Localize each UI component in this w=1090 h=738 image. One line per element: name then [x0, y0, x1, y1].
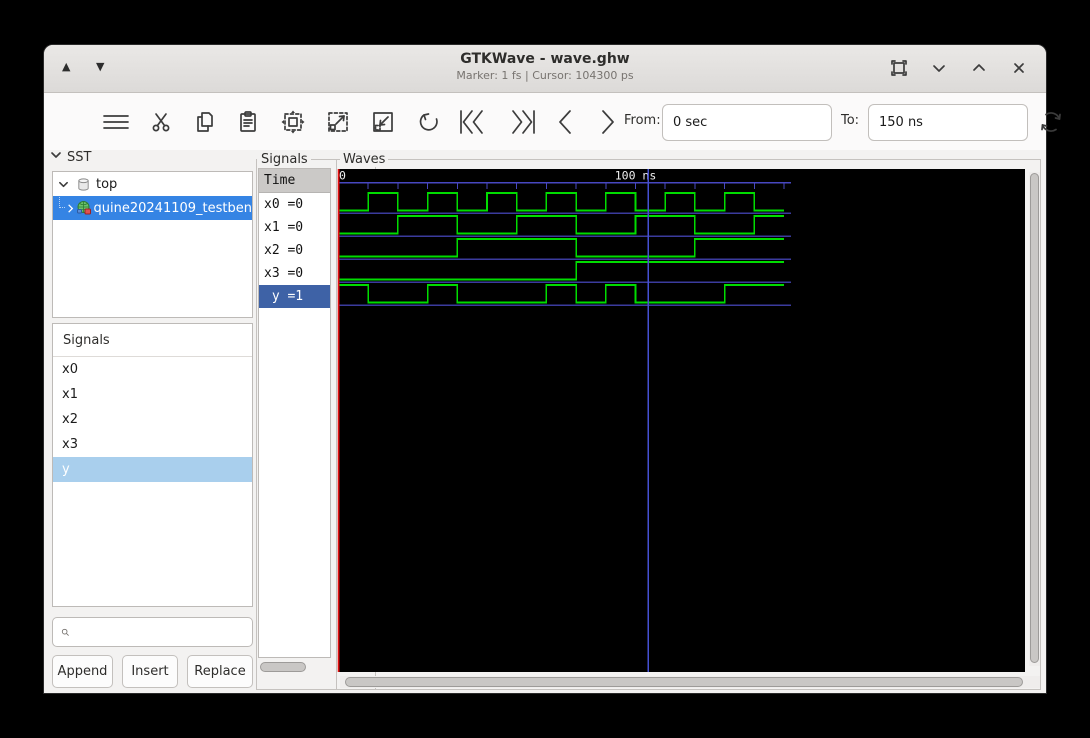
wave-canvas[interactable]: 0 100 ns — [337, 169, 1025, 672]
trace-x3 — [338, 261, 784, 281]
search-input[interactable] — [76, 624, 252, 640]
signals-name-column[interactable]: Time x0 =0 x1 =0 x2 =0 x3 =0 y =1 — [258, 168, 331, 658]
tree-item-label: top — [96, 176, 118, 192]
trace-x1 — [338, 215, 784, 235]
cut-icon — [152, 113, 170, 132]
undo-icon — [419, 113, 438, 131]
cut-button[interactable] — [143, 104, 179, 140]
list-item[interactable]: x3 — [53, 432, 252, 457]
menu-icon — [103, 115, 129, 129]
step-left-button[interactable] — [547, 104, 583, 140]
list-item[interactable]: x0 — [53, 357, 252, 382]
chevron-right-icon — [602, 110, 614, 134]
maximize-button[interactable] — [966, 55, 992, 81]
waves-vscrollbar-thumb[interactable] — [1030, 173, 1039, 663]
sst-frame-label: SST — [64, 150, 95, 165]
waves-vscrollbar-track[interactable] — [1029, 172, 1040, 666]
from-label: From: — [624, 113, 661, 128]
time-header[interactable]: Time — [259, 169, 330, 193]
signal-value-row[interactable]: x0 =0 — [259, 193, 330, 216]
search-box[interactable] — [52, 617, 253, 647]
chevron-left-icon — [559, 110, 571, 134]
list-item[interactable]: x1 — [53, 382, 252, 407]
go-to-end-icon — [512, 110, 535, 134]
minimize-button[interactable] — [926, 55, 952, 81]
undo-button[interactable] — [411, 104, 447, 140]
svg-text:0: 0 — [339, 169, 346, 183]
database-icon — [73, 177, 93, 192]
zoom-out-button[interactable] — [365, 104, 401, 140]
chevron-up-icon — [973, 64, 985, 71]
paste-button[interactable] — [230, 104, 266, 140]
tree-item-top[interactable]: top — [53, 172, 252, 196]
toolbar: From: To: — [44, 93, 1061, 150]
signal-value-row[interactable]: x3 =0 — [259, 262, 330, 285]
zoom-fit-icon — [281, 110, 305, 134]
step-right-button[interactable] — [590, 104, 626, 140]
svg-text:100 ns: 100 ns — [615, 169, 657, 183]
close-button[interactable] — [1006, 55, 1032, 81]
waves-frame-label: Waves — [340, 152, 389, 167]
fullscreen-icon — [891, 60, 907, 76]
signal-value-row[interactable]: x2 =0 — [259, 239, 330, 262]
paste-icon — [240, 111, 256, 132]
signal-value-row[interactable]: y =1 — [259, 285, 330, 308]
copy-icon — [197, 112, 213, 132]
expander-closed-icon[interactable] — [65, 203, 76, 214]
from-input[interactable] — [662, 104, 832, 141]
to-label: To: — [841, 113, 860, 128]
close-icon — [1014, 63, 1024, 73]
go-to-end-button[interactable] — [505, 104, 541, 140]
search-icon — [61, 628, 69, 636]
insert-button[interactable]: Insert — [122, 655, 178, 688]
gtkwave-window: ▲ ▼ GTKWave - wave.ghw Marker: 1 fs | Cu… — [44, 45, 1061, 693]
list-item[interactable]: x2 — [53, 407, 252, 432]
sst-expander-icon[interactable] — [50, 149, 62, 161]
signal-list-header: Signals — [53, 324, 252, 357]
signal-list[interactable]: x0 x1 x2 x3 y — [53, 357, 252, 482]
trace-x0 — [338, 192, 784, 212]
chevron-down-icon — [933, 65, 945, 72]
signals-hscrollbar[interactable] — [260, 662, 306, 672]
titlebar[interactable]: ▲ ▼ GTKWave - wave.ghw Marker: 1 fs | Cu… — [44, 45, 1046, 93]
signals-frame-label: Signals — [258, 152, 311, 167]
zoom-in-icon — [328, 112, 348, 132]
signal-value-row[interactable]: x1 =0 — [259, 216, 330, 239]
module-icon — [76, 200, 92, 216]
signal-list-box: Signals x0 x1 x2 x3 y — [52, 323, 253, 607]
waveform-plot[interactable]: 0 100 ns — [337, 169, 1025, 672]
to-input[interactable] — [868, 104, 1028, 141]
list-item[interactable]: y — [53, 457, 252, 482]
zoom-fit-button[interactable] — [275, 104, 311, 140]
menu-button[interactable] — [98, 104, 134, 140]
tree-item-testbench[interactable]: quine20241109_testben — [53, 196, 252, 220]
go-to-start-button[interactable] — [454, 104, 490, 140]
reload-button[interactable] — [1033, 104, 1069, 140]
zoom-in-button[interactable] — [320, 104, 356, 140]
waves-hscrollbar-thumb[interactable] — [345, 677, 1023, 687]
waves-hscrollbar-track[interactable] — [340, 676, 1040, 688]
trace-y — [338, 284, 784, 304]
tree-item-label: quine20241109_testben — [93, 200, 252, 216]
sst-tree[interactable]: top quine20241109_testben — [52, 171, 253, 318]
trace-x2 — [338, 238, 784, 258]
fullscreen-button[interactable] — [886, 55, 912, 81]
go-to-start-icon — [460, 110, 483, 134]
signals-column-rows: x0 =0 x1 =0 x2 =0 x3 =0 y =1 — [259, 193, 330, 308]
expander-open-icon[interactable] — [53, 179, 73, 190]
zoom-out-icon — [373, 112, 393, 132]
append-button[interactable]: Append — [52, 655, 113, 688]
reload-icon — [1041, 112, 1061, 132]
copy-button[interactable] — [187, 104, 223, 140]
replace-button[interactable]: Replace — [187, 655, 253, 688]
